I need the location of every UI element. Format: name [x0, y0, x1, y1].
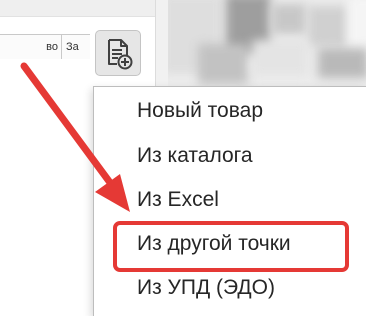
blur-patch: [198, 44, 248, 84]
menu-item-new-product[interactable]: Новый товар: [94, 89, 366, 133]
column-header-quantity[interactable]: во: [0, 35, 62, 59]
column-header-quantity-label: во: [46, 41, 58, 53]
table-header: во За: [0, 34, 90, 60]
add-item-menu: Новый товар Из каталога Из Excel Из друг…: [93, 86, 366, 316]
blur-patch: [252, 40, 308, 76]
document-add-icon: [108, 39, 133, 70]
menu-item-label: Из Excel: [137, 188, 219, 211]
toolbar-strip: [0, 0, 168, 17]
add-item-button[interactable]: [95, 30, 141, 76]
highlight-box: [113, 221, 349, 272]
menu-item-from-excel[interactable]: Из Excel: [94, 178, 366, 222]
column-header-date-label: За: [66, 41, 79, 53]
blur-patch: [272, 4, 306, 34]
column-header-date[interactable]: За: [66, 35, 90, 59]
menu-item-label: Из каталога: [137, 144, 253, 167]
menu-item-from-upd-edo[interactable]: Из УПД (ЭДО): [94, 266, 366, 310]
blur-patch: [318, 48, 366, 78]
menu-item-from-catalog[interactable]: Из каталога: [94, 134, 366, 178]
menu-item-label: Новый товар: [137, 99, 263, 122]
blur-patch: [308, 6, 348, 46]
menu-item-label: Из УПД (ЭДО): [137, 276, 275, 299]
table-body: [0, 59, 90, 316]
